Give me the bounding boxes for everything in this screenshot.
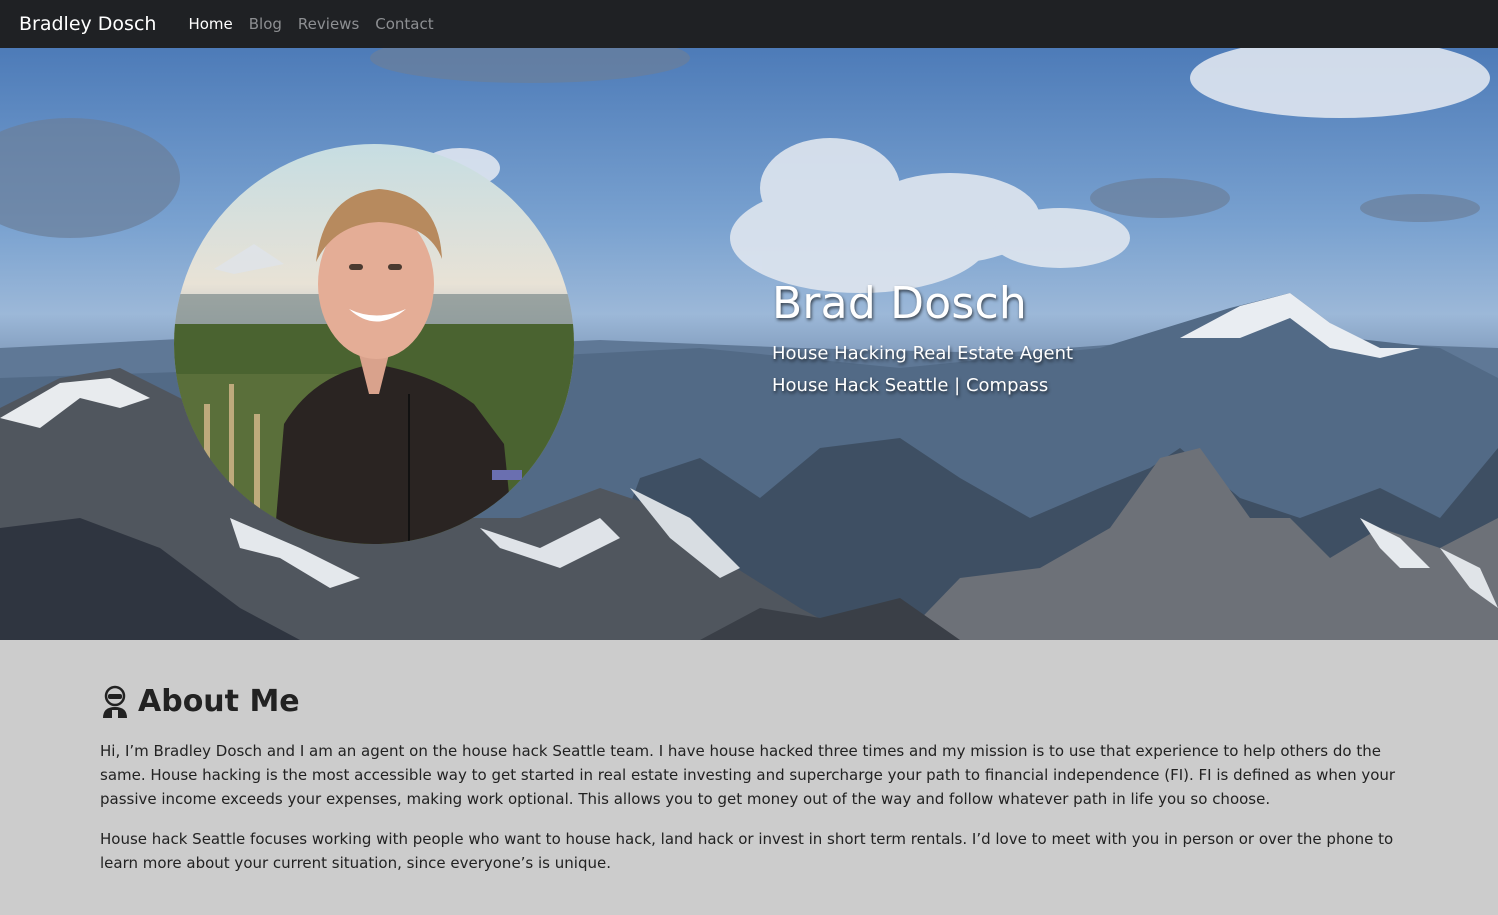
hero-subtitle-role: House Hacking Real Estate Agent <box>772 343 1074 364</box>
hero-banner: Brad Dosch House Hacking Real Estate Age… <box>0 48 1498 640</box>
nav-link-blog[interactable]: Blog <box>249 15 282 33</box>
nav-link-reviews[interactable]: Reviews <box>298 15 359 33</box>
about-paragraph-2: House hack Seattle focuses working with … <box>100 830 1394 872</box>
user-ninja-icon <box>103 685 127 718</box>
hero-text-block: Brad Dosch House Hacking Real Estate Age… <box>772 276 1073 402</box>
about-heading: About Me <box>100 684 1400 719</box>
profile-photo <box>174 144 574 544</box>
nav-link-home[interactable]: Home <box>188 15 232 33</box>
hero-name: Brad Dosch <box>772 278 1027 329</box>
brand-link[interactable]: Bradley Dosch <box>19 13 156 35</box>
about-section: About Me Hi, I’m Bradley Dosch and I am … <box>100 684 1400 891</box>
profile-photo-image <box>174 144 574 544</box>
about-title-text: About Me <box>138 684 300 719</box>
about-paragraph-1: Hi, I’m Bradley Dosch and I am an agent … <box>100 742 1396 808</box>
hero-subtitle-company: House Hack Seattle | Compass <box>772 375 1049 396</box>
nav-link-contact[interactable]: Contact <box>375 15 433 33</box>
top-navbar: Bradley Dosch Home Blog Reviews Contact <box>0 0 1498 48</box>
